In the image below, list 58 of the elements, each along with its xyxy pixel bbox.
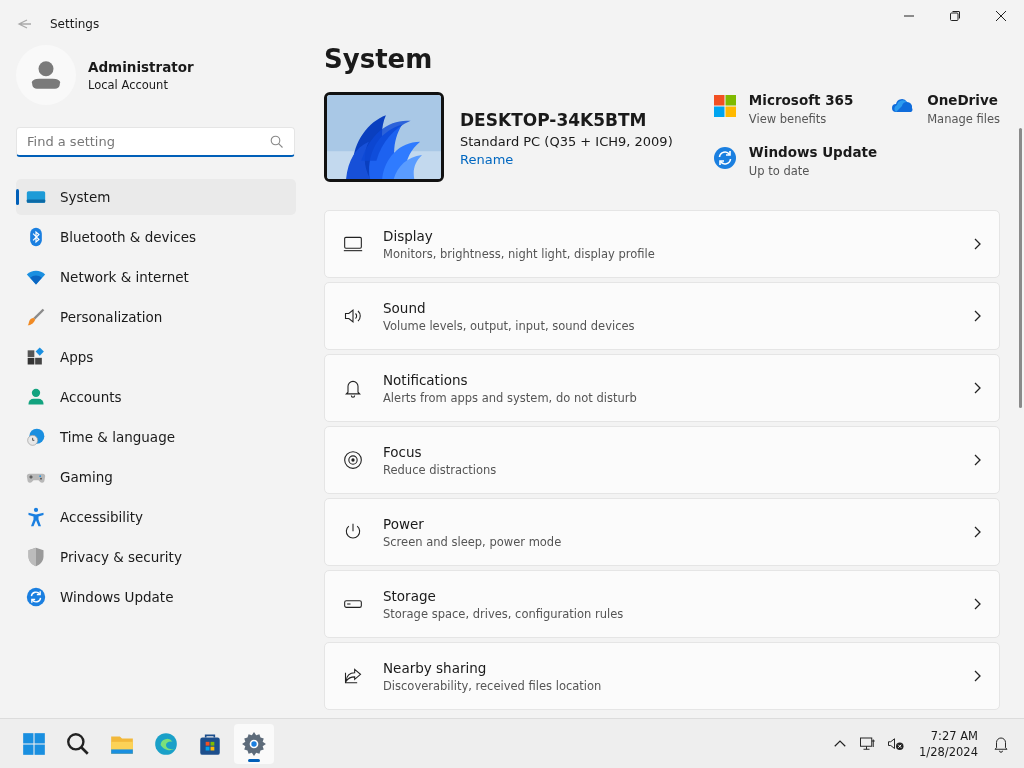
sidebar-item[interactable]: Accessibility — [16, 499, 296, 535]
accessibility-icon — [26, 507, 46, 527]
page-title: System — [324, 44, 434, 76]
sidebar-item[interactable]: Apps — [16, 339, 296, 375]
person-icon — [26, 387, 46, 407]
sidebar-item[interactable]: Time & language — [16, 419, 296, 455]
chevron-icon — [973, 598, 983, 610]
sync-icon — [712, 146, 737, 170]
share-icon — [343, 666, 363, 686]
settings-card[interactable]: Display Monitors, brightness, night light, display profile — [324, 210, 1000, 278]
user-name: Administrator — [88, 58, 194, 75]
quick-link[interactable]: OneDrive Manage files — [891, 92, 1000, 126]
sidebar-item[interactable]: Personalization — [16, 299, 296, 335]
scrollbar[interactable] — [1019, 128, 1022, 408]
chevron-icon — [973, 526, 983, 538]
globe-clock-icon — [26, 427, 46, 447]
paintbrush-icon — [26, 307, 46, 327]
sidebar-item[interactable]: Gaming — [16, 459, 296, 495]
four-squares-icon — [712, 94, 737, 118]
sidebar-item[interactable]: Accounts — [16, 379, 296, 415]
search-field[interactable]: Find a setting — [16, 127, 295, 157]
quick-link[interactable]: Windows Update Up to date — [712, 144, 878, 178]
settings-card[interactable]: Nearby sharing Discoverability, received files location — [324, 642, 1000, 710]
chevron-icon — [973, 382, 983, 394]
settings-card[interactable]: Storage Storage space, drives, configuration rules — [324, 570, 1000, 638]
sidebar-item[interactable]: System — [16, 179, 296, 215]
settings-card[interactable]: Sound Volume levels, output, input, sound devices — [324, 282, 1000, 350]
laptop-icon — [343, 234, 363, 254]
power-icon — [343, 522, 363, 542]
sidebar-item[interactable]: Privacy & security — [16, 539, 296, 575]
settings-card[interactable]: Focus Reduce distractions — [324, 426, 1000, 494]
notification-bell-icon[interactable] — [992, 734, 1010, 753]
account-type: Local Account — [88, 77, 169, 92]
chevron-icon — [973, 310, 983, 322]
close-icon — [995, 10, 1007, 22]
device-name: DESKTOP-34K5BTM — [460, 110, 648, 130]
device-model: Standard PC (Q35 + ICH9, 2009) — [460, 134, 674, 149]
apps-icon — [26, 347, 46, 367]
focus-icon — [343, 450, 363, 470]
settings-card[interactable]: Notifications Alerts from apps and system, do not disturb — [324, 354, 1000, 422]
chevron-icon — [973, 670, 983, 682]
network-icon[interactable] — [859, 734, 878, 753]
rename-link[interactable]: Rename — [460, 152, 514, 167]
search-icon — [270, 135, 283, 148]
clock[interactable]: 7:27 AM 1/28/2024 — [919, 727, 978, 760]
bell-icon — [343, 378, 363, 398]
shield-icon — [26, 547, 46, 567]
speaker-icon — [343, 306, 363, 326]
settings-card[interactable]: Power Screen and sleep, power mode — [324, 498, 1000, 566]
quick-link[interactable]: Microsoft 365 View benefits — [712, 92, 878, 126]
chevron-icon — [973, 238, 983, 250]
sync-icon — [26, 587, 46, 607]
sidebar-item[interactable]: Windows Update — [16, 579, 296, 615]
chevron-icon — [973, 454, 983, 466]
sidebar-item[interactable]: Bluetooth & devices — [16, 219, 296, 255]
sidebar-item[interactable]: Network & internet — [16, 259, 296, 295]
maximize-icon — [949, 10, 961, 22]
window-title: Settings — [50, 17, 101, 31]
